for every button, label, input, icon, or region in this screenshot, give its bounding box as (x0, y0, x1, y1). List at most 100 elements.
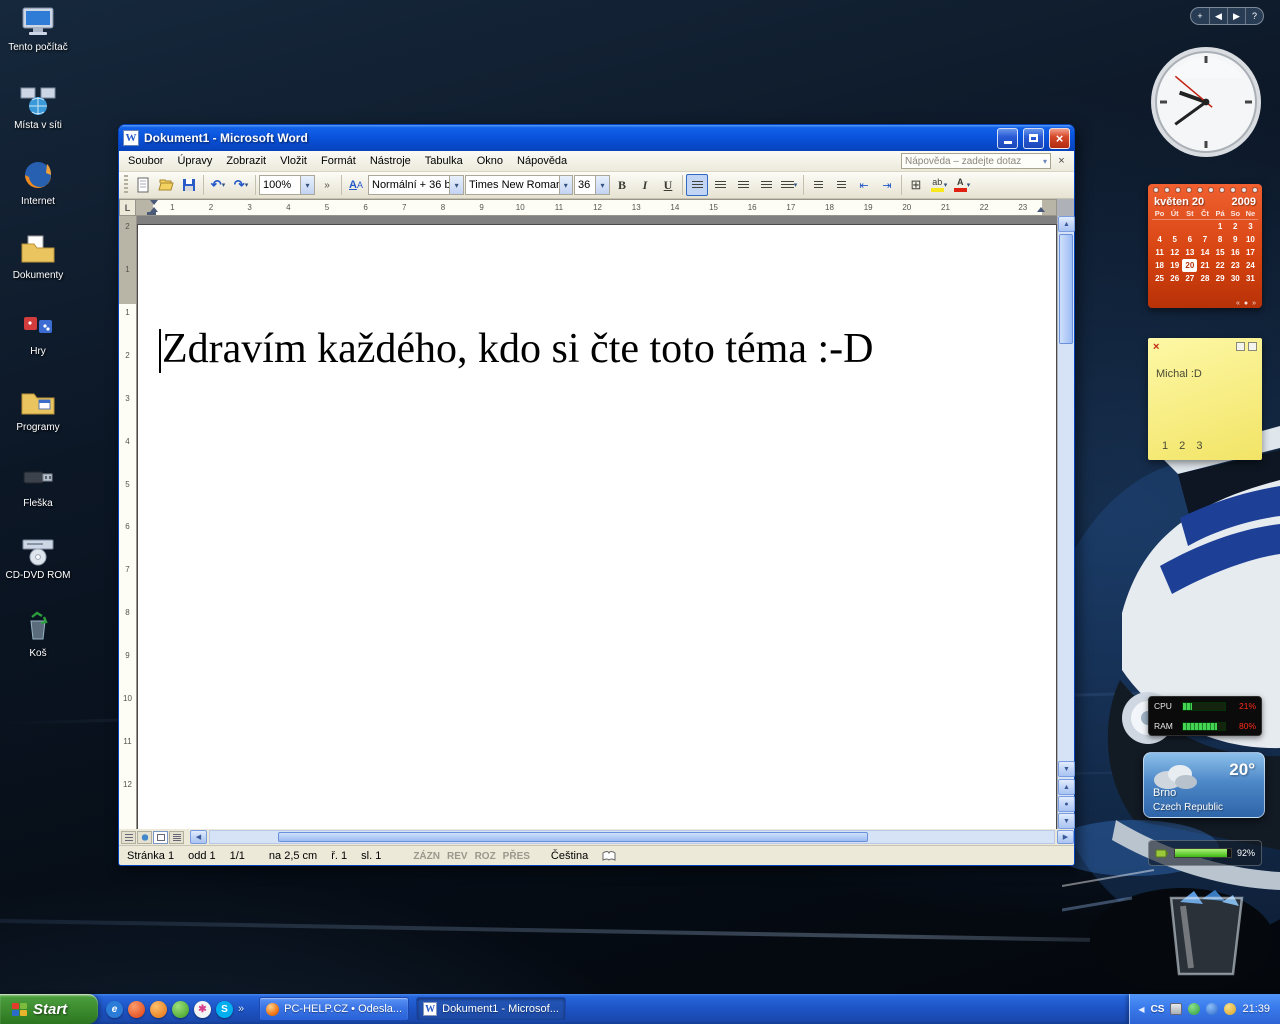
note-new-icon[interactable] (1248, 342, 1257, 351)
italic-button[interactable]: I (634, 174, 656, 196)
calendar-date[interactable]: 27 (1182, 272, 1197, 285)
close-button[interactable]: × (1049, 128, 1070, 149)
chevron-down-icon[interactable]: ▾ (559, 176, 573, 194)
calendar-date[interactable]: 25 (1152, 272, 1167, 285)
vertical-scrollbar[interactable]: ▲ ▼ ▲ ● ▼ (1057, 216, 1074, 829)
clock[interactable]: 21:39 (1242, 1003, 1270, 1015)
vertical-ruler[interactable]: 21123456789101112 (119, 216, 137, 829)
select-browse-object-button[interactable]: ● (1058, 796, 1075, 812)
calendar-date[interactable]: 4 (1152, 233, 1167, 246)
messenger-icon[interactable] (172, 1001, 189, 1018)
status-mode-toggle[interactable]: PŘES (503, 851, 530, 862)
styles-and-formatting-icon[interactable]: AA (345, 174, 367, 196)
vertical-scroll-track[interactable] (1058, 232, 1074, 761)
menu-item[interactable]: Vložit (273, 153, 314, 169)
desktop-icon-recycle-bin[interactable]: Koš (0, 608, 76, 660)
calendar-date[interactable]: 8 (1213, 233, 1228, 246)
font-color-button[interactable]: A▾ (951, 174, 973, 196)
calendar-date[interactable]: 20 (1182, 259, 1197, 272)
calendar-date[interactable]: 30 (1228, 272, 1243, 285)
undo-button[interactable]: ↶▾ (207, 174, 229, 196)
calendar-date[interactable]: 23 (1228, 259, 1243, 272)
calendar-date[interactable]: 21 (1197, 259, 1212, 272)
calendar-date[interactable]: 29 (1213, 272, 1228, 285)
document-page[interactable]: Zdravím každého, kdo si čte toto téma :-… (138, 225, 1056, 829)
font-select[interactable]: Times New Roman ▾ (465, 175, 573, 195)
align-center-button[interactable] (709, 174, 731, 196)
desktop-icon-network-places[interactable]: Místa v síti (0, 80, 76, 132)
note-text[interactable]: Michal :D (1156, 368, 1254, 380)
calendar-date[interactable]: 11 (1152, 246, 1167, 259)
calendar-date[interactable]: 14 (1197, 246, 1212, 259)
ie-icon[interactable]: e (106, 1001, 123, 1018)
menu-item[interactable]: Nápověda (510, 153, 574, 169)
toolbar-options-button[interactable]: » (316, 174, 338, 196)
dock-previous-button[interactable]: ◀ (1209, 8, 1227, 24)
calendar-date[interactable] (1182, 220, 1197, 233)
desktop-icon-my-computer[interactable]: Tento počítač (0, 2, 76, 54)
desktop-icon-cd-dvd[interactable]: CD-DVD ROM (0, 530, 76, 582)
vertical-scroll-thumb[interactable] (1059, 234, 1073, 344)
menu-item[interactable]: Zobrazit (219, 153, 273, 169)
recycle-bin-large[interactable] (1150, 878, 1262, 982)
tray-collapse-icon[interactable]: ◀ (1138, 1005, 1144, 1014)
font-size-select[interactable]: 36 ▾ (574, 175, 610, 195)
dock-add-button[interactable]: + (1191, 8, 1209, 24)
minimize-button[interactable] (997, 128, 1018, 149)
calendar-date[interactable]: 10 (1243, 233, 1258, 246)
borders-button[interactable]: ⊞ (905, 174, 927, 196)
bold-button[interactable]: B (611, 174, 633, 196)
calendar-date[interactable]: 9 (1228, 233, 1243, 246)
right-indent-marker[interactable] (1037, 203, 1045, 212)
menu-item[interactable]: Tabulka (418, 153, 470, 169)
browse-previous-button[interactable]: ▲ (1058, 779, 1075, 795)
spelling-book-icon[interactable] (602, 850, 616, 862)
scroll-up-button[interactable]: ▲ (1058, 216, 1075, 232)
taskbar-button-browser[interactable]: PC-HELP.CZ • Odesla... (259, 997, 409, 1021)
calendar-prev-icon[interactable]: « (1236, 300, 1240, 307)
bullets-button[interactable] (830, 174, 852, 196)
calendar-date[interactable]: 24 (1243, 259, 1258, 272)
calendar-date[interactable]: 19 (1167, 259, 1182, 272)
update-tray-icon[interactable] (1206, 1003, 1218, 1015)
desktop-icon-games[interactable]: Hry (0, 306, 76, 358)
calendar-date[interactable]: 17 (1243, 246, 1258, 259)
calendar-date[interactable] (1167, 220, 1182, 233)
calendar-next-icon[interactable]: » (1252, 300, 1256, 307)
media-player-icon[interactable] (128, 1001, 145, 1018)
open-button[interactable] (155, 174, 177, 196)
keyboard-tray-icon[interactable] (1170, 1003, 1182, 1015)
menu-item[interactable]: Úpravy (170, 153, 219, 169)
taskbar-button-word[interactable]: W Dokument1 - Microsof... (416, 997, 566, 1021)
language-indicator[interactable]: CS (1151, 1004, 1165, 1015)
hanging-indent-marker[interactable] (150, 203, 158, 212)
dock-help-button[interactable]: ? (1245, 8, 1263, 24)
calendar-date[interactable]: 15 (1213, 246, 1228, 259)
calendar-date[interactable]: 18 (1152, 259, 1167, 272)
skype-icon[interactable]: S (216, 1001, 233, 1018)
print-layout-view-button[interactable] (153, 831, 168, 844)
horizontal-scroll-thumb[interactable] (278, 832, 869, 842)
calendar-date[interactable]: 7 (1197, 233, 1212, 246)
line-spacing-button[interactable]: ▾ (778, 174, 800, 196)
note-close-icon[interactable]: × (1153, 341, 1159, 353)
calendar-date[interactable]: 2 (1228, 220, 1243, 233)
calendar-date[interactable] (1152, 220, 1167, 233)
status-mode-toggle[interactable]: REV (447, 851, 468, 862)
menu-item[interactable]: Soubor (121, 153, 170, 169)
calendar-date[interactable]: 5 (1167, 233, 1182, 246)
note-edit-icon[interactable] (1236, 342, 1245, 351)
sticky-note-widget[interactable]: × Michal :D 1 2 3 (1148, 338, 1262, 460)
save-button[interactable] (178, 174, 200, 196)
highlight-button[interactable]: ab▾ (928, 174, 950, 196)
status-mode-toggle[interactable]: ROZ (475, 851, 496, 862)
close-document-button[interactable]: × (1054, 154, 1069, 169)
maximize-button[interactable] (1023, 128, 1044, 149)
volume-tray-icon[interactable] (1224, 1003, 1236, 1015)
scroll-right-button[interactable]: ▶ (1057, 830, 1074, 844)
icq-flower-icon[interactable]: ✱ (194, 1001, 211, 1018)
toolbar-grip[interactable] (124, 175, 128, 195)
chevron-down-icon[interactable]: ▾ (300, 176, 314, 194)
menu-item[interactable]: Nástroje (363, 153, 418, 169)
numbering-button[interactable] (807, 174, 829, 196)
